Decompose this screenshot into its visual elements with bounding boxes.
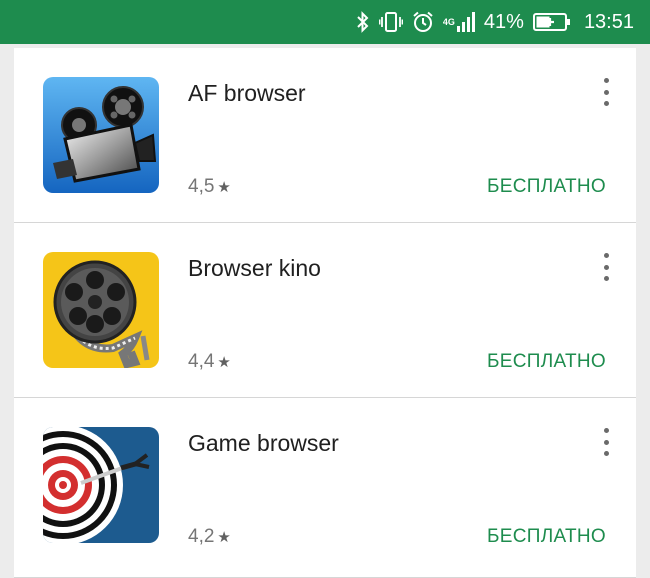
- dot-icon: [603, 439, 609, 445]
- dot-icon: [603, 264, 609, 270]
- signal-icon: 4G: [443, 10, 475, 34]
- more-options-button[interactable]: [598, 253, 614, 281]
- rating-value: 4,4: [188, 351, 215, 372]
- dot-icon: [603, 276, 609, 281]
- clock: 13:51: [583, 10, 634, 33]
- network-label: 4G: [442, 16, 455, 27]
- dot-icon: [603, 253, 609, 258]
- dot-icon: [603, 428, 609, 433]
- app-title[interactable]: Game browser: [188, 430, 339, 457]
- battery-charging-icon: [532, 10, 571, 34]
- more-options-button[interactable]: [598, 78, 614, 106]
- star-icon: ★: [217, 529, 231, 546]
- more-options-button[interactable]: [598, 428, 614, 456]
- app-card-browser-kino[interactable]: Browser kino 4,4 ★ БЕСПЛАТНО: [14, 223, 636, 398]
- film-reel-icon[interactable]: [43, 252, 159, 368]
- movie-camera-icon[interactable]: [43, 77, 159, 193]
- dot-icon: [603, 451, 609, 456]
- price-label: БЕСПЛАТНО: [487, 176, 606, 197]
- app-rating: 4,4 ★: [188, 351, 231, 373]
- rating-value: 4,2: [188, 526, 215, 547]
- rating-value: 4,5: [188, 176, 215, 197]
- app-card-af-browser[interactable]: AF browser 4,5 ★ БЕСПЛАТНО: [14, 48, 636, 223]
- app-title[interactable]: AF browser: [188, 80, 306, 107]
- dot-icon: [603, 89, 609, 95]
- dot-icon: [603, 78, 609, 83]
- price-label: БЕСПЛАТНО: [487, 351, 606, 372]
- star-icon: ★: [217, 354, 231, 371]
- app-rating: 4,2 ★: [188, 526, 231, 548]
- star-icon: ★: [217, 179, 231, 196]
- status-bar: 4G 41% 13:51: [0, 0, 650, 44]
- bluetooth-icon: [356, 10, 370, 34]
- alarm-icon: [412, 10, 434, 34]
- app-card-game-browser[interactable]: Game browser 4,2 ★ БЕСПЛАТНО: [14, 398, 636, 578]
- vibrate-icon: [378, 10, 403, 34]
- battery-percent: 41%: [483, 10, 524, 33]
- dartboard-icon[interactable]: [43, 427, 159, 543]
- dot-icon: [603, 101, 609, 106]
- status-icons: 4G 41% 13:51: [356, 10, 634, 34]
- price-label: БЕСПЛАТНО: [487, 526, 606, 547]
- app-rating: 4,5 ★: [188, 176, 231, 198]
- app-list: AF browser 4,5 ★ БЕСПЛАТНО Browser kino …: [14, 48, 636, 578]
- app-title[interactable]: Browser kino: [188, 255, 321, 282]
